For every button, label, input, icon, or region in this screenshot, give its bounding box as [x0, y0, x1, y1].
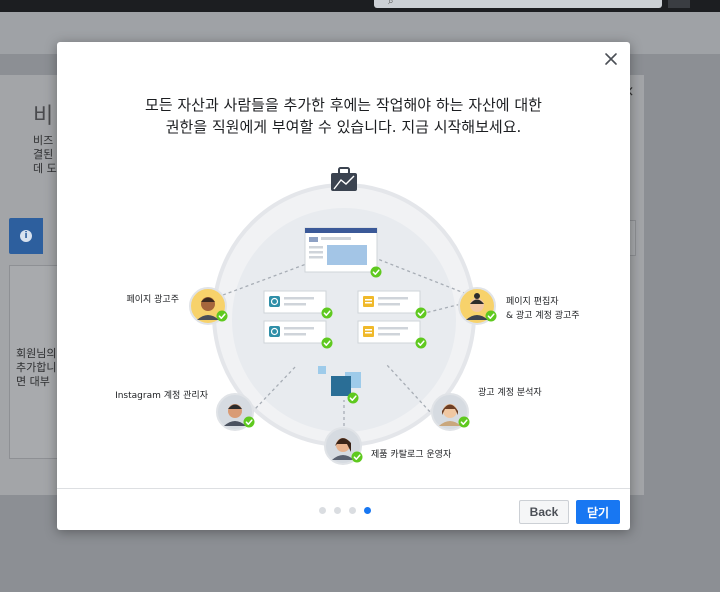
avatar-catalog-operator: [324, 427, 364, 465]
background-panel-text: 회원님의 추가합니 면 대부: [16, 347, 57, 388]
pagination-dot-1[interactable]: [319, 507, 326, 514]
briefcase-icon: [331, 167, 357, 191]
permissions-illustration: 페이지 광고주 페이지 편집자 & 광고 계정 광고주 Instagram 계정…: [115, 167, 580, 465]
back-button[interactable]: Back: [519, 500, 569, 524]
label-catalog-operator: 제품 카탈로그 운영자: [371, 449, 452, 460]
background-right-box: [630, 220, 636, 256]
top-search-input[interactable]: [374, 0, 662, 8]
pagination-dot-3[interactable]: [349, 507, 356, 514]
background-description: 비즈 결된 데 도: [33, 134, 57, 175]
search-icon: ⌕: [388, 0, 394, 7]
background-page-title: 비: [33, 104, 54, 129]
label-instagram-manager: Instagram 계정 관리자: [115, 389, 209, 401]
avatar-ad-analyst: [431, 393, 471, 431]
close-icon[interactable]: [602, 50, 620, 68]
modal-footer: Back 닫기: [57, 488, 630, 530]
label-page-advertiser: 페이지 광고주: [126, 293, 179, 305]
info-icon: i: [20, 230, 32, 242]
modal-headline: 모든 자산과 사람들을 추가한 후에는 작업해야 하는 자산에 대한 권한을 직…: [57, 94, 630, 138]
avatar-page-advertiser: [189, 287, 229, 325]
page-window-icon: [304, 227, 383, 279]
top-bar-button[interactable]: [668, 0, 690, 8]
headline-line-1: 모든 자산과 사람들을 추가한 후에는 작업해야 하는 자산에 대한: [145, 96, 542, 114]
avatar-instagram-manager: [216, 393, 256, 431]
pagination-dot-2[interactable]: [334, 507, 341, 514]
pagination-dots: [319, 507, 371, 514]
close-button[interactable]: 닫기: [576, 500, 620, 524]
label-ad-analyst: 광고 계정 분석자: [478, 386, 542, 398]
headline-line-2: 권한을 직원에게 부여할 수 있습니다. 지금 시작해보세요.: [165, 118, 522, 136]
label-page-editor-line-1: 페이지 편집자: [506, 295, 559, 307]
label-page-editor-line-2: & 광고 계정 광고주: [506, 309, 580, 321]
pagination-dot-4[interactable]: [364, 507, 371, 514]
onboarding-modal: 모든 자산과 사람들을 추가한 후에는 작업해야 하는 자산에 대한 권한을 직…: [57, 42, 630, 530]
avatar-page-editor: [458, 287, 498, 325]
